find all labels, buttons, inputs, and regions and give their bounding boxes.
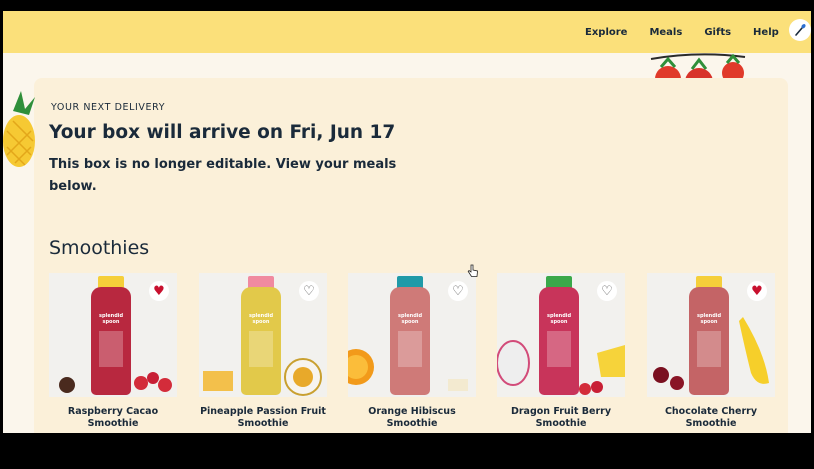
product-card[interactable]: splendid spoon ♡ Dragon Fruit Berry Smoo… <box>497 273 625 430</box>
fruit-garnish-illustration <box>203 358 322 396</box>
spoon-icon <box>795 24 806 36</box>
heart-filled-icon: ♥ <box>153 283 165 299</box>
nav-explore[interactable]: Explore <box>585 27 627 38</box>
top-navbar: Explore Meals Gifts Help <box>3 11 811 53</box>
bottle-brand: splendid spoon <box>99 313 124 325</box>
app-viewport: Explore Meals Gifts Help YOUR NEXT DELIV… <box>3 11 811 433</box>
hand-cursor-icon <box>467 264 478 277</box>
product-name[interactable]: Dragon Fruit Berry Smoothie <box>497 406 625 430</box>
fruit-garnish-illustration <box>59 372 172 393</box>
product-card[interactable]: splendid spoon ♡ Pineapple Passion Fruit… <box>199 273 327 430</box>
delivery-eyebrow: YOUR NEXT DELIVERY <box>51 102 166 113</box>
product-name[interactable]: Chocolate Cherry Smoothie <box>647 406 775 430</box>
product-photo[interactable]: splendid spoon ♥ <box>49 273 177 397</box>
fruit-garnish-illustration <box>653 317 769 390</box>
favorite-heart-button[interactable]: ♡ <box>448 281 468 301</box>
favorite-heart-button[interactable]: ♡ <box>597 281 617 301</box>
section-title-smoothies: Smoothies <box>49 237 150 259</box>
product-photo[interactable]: splendid spoon ♡ <box>497 273 625 397</box>
product-name[interactable]: Raspberry Cacao Smoothie <box>49 406 177 430</box>
product-card[interactable]: splendid spoon ♥ Raspberry Cacao Smoothi… <box>49 273 177 430</box>
favorite-heart-button[interactable]: ♥ <box>149 281 169 301</box>
heart-outline-icon: ♡ <box>601 283 613 299</box>
delivery-headline: Your box will arrive on Fri, Jun 17 <box>49 122 396 143</box>
product-name[interactable]: Orange Hibiscus Smoothie <box>348 406 476 430</box>
main-nav: Explore Meals Gifts Help <box>585 11 801 53</box>
bottle-brand: splendid spoon <box>398 313 423 325</box>
heart-outline-icon: ♡ <box>303 283 315 299</box>
favorite-heart-button[interactable]: ♥ <box>747 281 767 301</box>
pineapple-illustration <box>3 91 35 167</box>
fruit-garnish-illustration <box>348 349 468 391</box>
fruit-garnish-illustration <box>497 340 625 395</box>
bottle-brand: splendid spoon <box>547 313 572 325</box>
delivery-subtext: This box is no longer editable. View you… <box>49 157 397 194</box>
heart-outline-icon: ♡ <box>452 283 464 299</box>
nav-meals[interactable]: Meals <box>649 27 682 38</box>
favorite-heart-button[interactable]: ♡ <box>299 281 319 301</box>
product-photo[interactable]: splendid spoon ♡ <box>348 273 476 397</box>
nav-help[interactable]: Help <box>753 27 779 38</box>
account-spoon-button[interactable] <box>789 19 811 41</box>
product-photo[interactable]: splendid spoon ♡ <box>199 273 327 397</box>
product-name[interactable]: Pineapple Passion Fruit Smoothie <box>199 406 327 430</box>
product-card[interactable]: splendid spoon ♡ Orange Hibiscus Smoothi… <box>348 273 476 430</box>
bottle-brand: splendid spoon <box>249 313 274 325</box>
product-card[interactable]: splendid spoon ♥ Chocolate Cherry Smooth… <box>647 273 775 430</box>
heart-filled-icon: ♥ <box>751 283 763 299</box>
product-photo[interactable]: splendid spoon ♥ <box>647 273 775 397</box>
nav-gifts[interactable]: Gifts <box>704 27 731 38</box>
